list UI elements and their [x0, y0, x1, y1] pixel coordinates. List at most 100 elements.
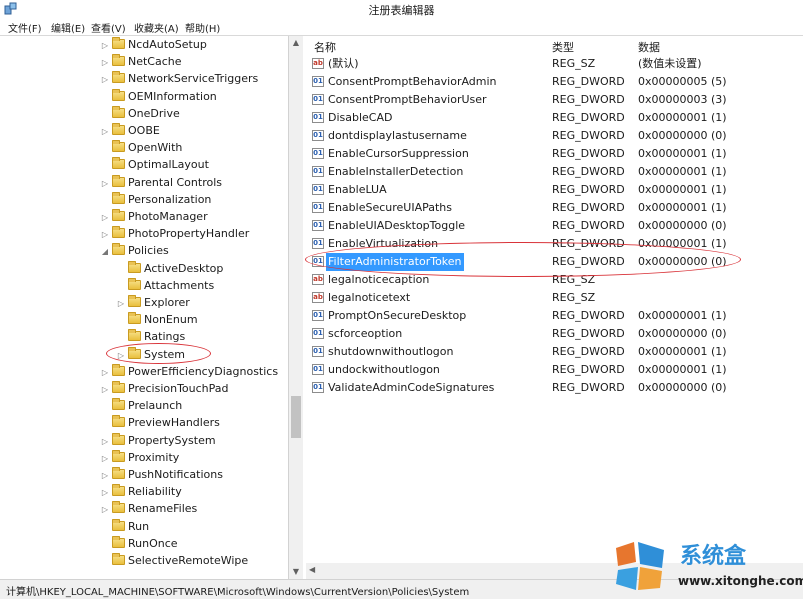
- expand-arrow-icon[interactable]: ▷: [100, 484, 110, 501]
- value-name: undockwithoutlogon: [328, 363, 440, 376]
- tree-item[interactable]: SelectiveRemoteWipe: [100, 552, 248, 569]
- value-name: EnableLUA: [328, 183, 387, 196]
- value-row[interactable]: 01 DisableCAD REG_DWORD 0x00000001 (1): [306, 109, 803, 127]
- value-row[interactable]: ab legalnoticetext REG_SZ: [306, 289, 803, 307]
- value-row[interactable]: 01 undockwithoutlogon REG_DWORD 0x00000001 …: [306, 361, 803, 379]
- expand-arrow-icon[interactable]: ◢: [100, 243, 110, 260]
- expand-arrow-icon[interactable]: ▷: [100, 226, 110, 243]
- tree-item[interactable]: Run: [100, 518, 149, 535]
- value-data: 0x00000000 (0): [638, 129, 727, 142]
- tree-item[interactable]: OneDrive: [100, 105, 180, 122]
- expand-arrow-icon[interactable]: ▷: [100, 467, 110, 484]
- value-data: 0x00000005 (5): [638, 75, 727, 88]
- tree-item[interactable]: Prelaunch: [100, 397, 182, 414]
- tree-item[interactable]: ▷ PrecisionTouchPad: [100, 380, 229, 397]
- expand-arrow-icon[interactable]: ▷: [100, 209, 110, 226]
- tree-item[interactable]: RunOnce: [100, 535, 178, 552]
- expand-arrow-icon[interactable]: ▷: [100, 364, 110, 381]
- value-row[interactable]: 01 scforceoption REG_DWORD 0x00000000 (0): [306, 325, 803, 343]
- value-row[interactable]: 01 shutdownwithoutlogon REG_DWORD 0x0000000…: [306, 343, 803, 361]
- menu-file[interactable]: 文件(F): [8, 20, 42, 35]
- title-bar: 注册表编辑器: [0, 0, 803, 18]
- tree-item[interactable]: ▷ PowerEfficiencyDiagnostics: [100, 363, 278, 380]
- expand-arrow-icon[interactable]: ▷: [100, 54, 110, 71]
- tree-item[interactable]: ▷ NcdAutoSetup: [100, 36, 207, 53]
- scroll-down-arrow-icon[interactable]: ▼: [289, 565, 303, 579]
- watermark-name: 系统盒: [680, 544, 747, 569]
- value-type: REG_DWORD: [552, 363, 625, 376]
- expand-arrow-icon[interactable]: ▷: [116, 295, 126, 312]
- scroll-thumb[interactable]: [291, 396, 301, 438]
- expand-arrow-icon[interactable]: ▷: [100, 433, 110, 450]
- value-row[interactable]: 01 PromptOnSecureDesktop REG_DWORD 0x000000…: [306, 307, 803, 325]
- menu-help[interactable]: 帮助(H): [185, 20, 220, 35]
- tree-item[interactable]: ▷ OOBE: [100, 122, 160, 139]
- tree-item-label: OneDrive: [128, 106, 180, 120]
- tree-item[interactable]: ▷ PropertySystem: [100, 432, 216, 449]
- tree-item[interactable]: ▷ Proximity: [100, 449, 179, 466]
- expand-arrow-icon[interactable]: ▷: [100, 175, 110, 192]
- value-row[interactable]: 01 ConsentPromptBehaviorUser REG_DWORD 0x00…: [306, 91, 803, 109]
- tree-item[interactable]: ▷ NetworkServiceTriggers: [100, 70, 258, 87]
- tree-item[interactable]: ▷ PhotoManager: [100, 208, 208, 225]
- tree-item-label: NonEnum: [144, 313, 198, 327]
- expand-arrow-icon[interactable]: ▷: [100, 37, 110, 54]
- values-list[interactable]: 名称 类型 数据 ab (默认) REG_SZ (数值未设置) 01 ConsentPro…: [306, 36, 803, 563]
- tree-item[interactable]: ▷ Reliability: [100, 483, 182, 500]
- column-header-data[interactable]: 数据: [638, 39, 660, 55]
- tree-item[interactable]: ▷ RenameFiles: [100, 500, 197, 517]
- scroll-up-arrow-icon[interactable]: ▲: [289, 36, 303, 50]
- tree-item[interactable]: NonEnum: [116, 311, 198, 328]
- column-header-type[interactable]: 类型: [552, 39, 574, 55]
- tree-vertical-scrollbar[interactable]: ▲ ▼: [289, 36, 303, 579]
- value-row[interactable]: 01 EnableUIADesktopToggle REG_DWORD 0x00000…: [306, 217, 803, 235]
- expand-arrow-icon[interactable]: ▷: [100, 450, 110, 467]
- tree-item[interactable]: ▷ Explorer: [116, 294, 190, 311]
- value-row[interactable]: 01 EnableCursorSuppression REG_DWORD 0x0000…: [306, 145, 803, 163]
- value-row[interactable]: 01 dontdisplaylastusername REG_DWORD 0x0000…: [306, 127, 803, 145]
- tree-item[interactable]: ▷ Parental Controls: [100, 174, 222, 191]
- value-row[interactable]: 01 ValidateAdminCodeSignatures REG_DWORD 0x…: [306, 379, 803, 397]
- menu-view[interactable]: 查看(V): [91, 20, 126, 35]
- menu-favorites[interactable]: 收藏夹(A): [134, 20, 179, 35]
- tree-item[interactable]: ▷ NetCache: [100, 53, 182, 70]
- tree-item[interactable]: ActiveDesktop: [116, 260, 223, 277]
- tree-item[interactable]: PreviewHandlers: [100, 414, 220, 431]
- tree-item[interactable]: ▷ PhotoPropertyHandler: [100, 225, 249, 242]
- folder-icon: [128, 329, 141, 342]
- expand-arrow-icon[interactable]: ▷: [100, 123, 110, 140]
- tree-item[interactable]: Personalization: [100, 191, 211, 208]
- expand-arrow-icon[interactable]: ▷: [100, 71, 110, 88]
- value-row[interactable]: 01 EnableLUA REG_DWORD 0x00000001 (1): [306, 181, 803, 199]
- tree-item-label: RenameFiles: [128, 502, 198, 516]
- tree-item-label: Policies: [128, 244, 169, 258]
- value-row[interactable]: ab (默认) REG_SZ (数值未设置): [306, 55, 803, 73]
- value-row[interactable]: 01 EnableSecureUIAPaths REG_DWORD 0x0000000…: [306, 199, 803, 217]
- tree-item[interactable]: OpenWith: [100, 139, 182, 156]
- tree-item[interactable]: OptimalLayout: [100, 156, 209, 173]
- window-title: 注册表编辑器: [368, 4, 435, 17]
- tree-item[interactable]: OEMInformation: [100, 88, 217, 105]
- expand-arrow-icon[interactable]: ▷: [100, 501, 110, 518]
- value-type: REG_SZ: [552, 291, 596, 304]
- menu-edit[interactable]: 编辑(E): [51, 20, 85, 35]
- folder-icon: [112, 157, 125, 170]
- value-name: EnableInstallerDetection: [328, 165, 464, 178]
- value-row[interactable]: 01 ConsentPromptBehaviorAdmin REG_DWORD 0x0…: [306, 73, 803, 91]
- value-name: dontdisplaylastusername: [328, 129, 467, 142]
- dword-value-icon: 01: [312, 238, 324, 249]
- value-type: REG_SZ: [552, 57, 596, 70]
- value-row[interactable]: 01 EnableInstallerDetection REG_DWORD 0x000…: [306, 163, 803, 181]
- tree-item[interactable]: ◢ Policies: [100, 242, 169, 259]
- tree-item[interactable]: ▷ PushNotifications: [100, 466, 223, 483]
- tree-item[interactable]: Attachments: [116, 277, 214, 294]
- expand-arrow-icon[interactable]: ▷: [100, 381, 110, 398]
- column-header-name[interactable]: 名称: [314, 39, 336, 55]
- scroll-left-arrow-icon[interactable]: ◀: [309, 565, 315, 574]
- value-type: REG_DWORD: [552, 111, 625, 124]
- value-type: REG_DWORD: [552, 93, 625, 106]
- menu-bar: 文件(F) 编辑(E) 查看(V) 收藏夹(A) 帮助(H): [0, 18, 803, 36]
- tree-item-label: Attachments: [144, 278, 215, 292]
- registry-key-tree[interactable]: ▷ NcdAutoSetup ▷ NetCache ▷ NetworkServiceTri…: [0, 36, 289, 579]
- value-data: 0x00000000 (0): [638, 327, 727, 340]
